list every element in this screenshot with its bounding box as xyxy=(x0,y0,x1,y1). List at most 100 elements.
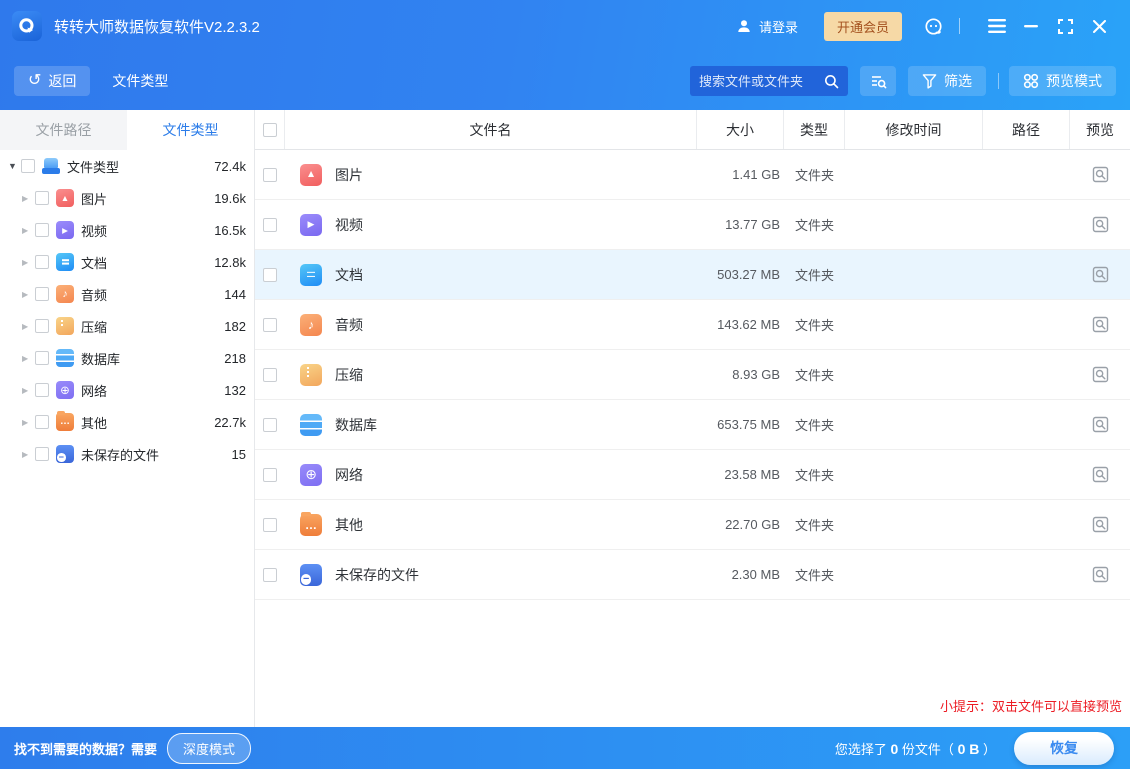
file-size-cell: 13.77 GB xyxy=(697,217,784,232)
table-body: 图片1.41 GB文件夹视频13.77 GB文件夹文档503.27 MB文件夹音… xyxy=(255,150,1130,600)
tree-item[interactable]: ▶音频144 xyxy=(0,278,254,310)
row-checkbox-cell xyxy=(255,168,285,182)
column-header-size[interactable]: 大小 xyxy=(697,110,784,149)
expand-arrow-icon[interactable]: ▶ xyxy=(22,194,35,203)
column-header-filename[interactable]: 文件名 xyxy=(285,110,697,149)
tab-file-path[interactable]: 文件路径 xyxy=(0,110,127,150)
preview-button[interactable] xyxy=(1088,313,1112,337)
expand-arrow-icon[interactable]: ▶ xyxy=(22,258,35,267)
table-row[interactable]: 数据库653.75 MB文件夹 xyxy=(255,400,1130,450)
preview-button[interactable] xyxy=(1088,513,1112,537)
checkbox[interactable] xyxy=(35,351,49,365)
table-row[interactable]: 视频13.77 GB文件夹 xyxy=(255,200,1130,250)
expand-arrow-icon[interactable]: ▶ xyxy=(22,354,35,363)
tree-item[interactable]: ▶文档12.8k xyxy=(0,246,254,278)
column-header-modified[interactable]: 修改时间 xyxy=(845,110,983,149)
selection-prefix: 您选择了 xyxy=(835,742,887,757)
tree-item-label: 文档 xyxy=(81,253,107,272)
table-row[interactable]: 音频143.62 MB文件夹 xyxy=(255,300,1130,350)
expand-arrow-icon[interactable]: ▶ xyxy=(22,290,35,299)
checkbox[interactable] xyxy=(263,268,277,282)
preview-mode-button[interactable]: 预览模式 xyxy=(1009,66,1116,96)
checkbox[interactable] xyxy=(35,191,49,205)
checkbox[interactable] xyxy=(35,319,49,333)
tree-item[interactable]: ▶压缩182 xyxy=(0,310,254,342)
checkbox[interactable] xyxy=(263,418,277,432)
database-icon xyxy=(300,414,322,436)
tree-item[interactable]: ▶数据库218 xyxy=(0,342,254,374)
table-row[interactable]: 图片1.41 GB文件夹 xyxy=(255,150,1130,200)
deep-mode-button[interactable]: 深度模式 xyxy=(167,733,251,764)
checkbox[interactable] xyxy=(35,447,49,461)
preview-button[interactable] xyxy=(1088,363,1112,387)
tree-item[interactable]: ▶未保存的文件15 xyxy=(0,438,254,470)
maximize-button[interactable] xyxy=(1052,13,1078,39)
tree-item[interactable]: ▶其他22.7k xyxy=(0,406,254,438)
preview-button[interactable] xyxy=(1088,463,1112,487)
recover-button[interactable]: 恢复 xyxy=(1014,732,1114,765)
expand-arrow-icon[interactable]: ▶ xyxy=(22,322,35,331)
table-row[interactable]: 文档503.27 MB文件夹 xyxy=(255,250,1130,300)
expand-arrow-icon[interactable]: ▶ xyxy=(22,386,35,395)
menu-icon[interactable] xyxy=(984,13,1010,39)
checkbox[interactable] xyxy=(263,568,277,582)
file-name-cell: 文档 xyxy=(285,264,697,286)
search-box xyxy=(690,66,848,96)
column-header-path[interactable]: 路径 xyxy=(983,110,1070,149)
tree-item-label: 文件类型 xyxy=(67,157,119,176)
tree-item[interactable]: ▶网络132 xyxy=(0,374,254,406)
checkbox[interactable] xyxy=(35,415,49,429)
select-all-checkbox[interactable] xyxy=(263,123,277,137)
close-button[interactable] xyxy=(1086,13,1112,39)
filter-button[interactable]: 筛选 xyxy=(908,66,986,96)
preview-button[interactable] xyxy=(1088,563,1112,587)
checkbox[interactable] xyxy=(263,468,277,482)
preview-button[interactable] xyxy=(1088,163,1112,187)
tree-item[interactable]: ▼文件类型72.4k xyxy=(0,150,254,182)
zip-icon xyxy=(56,317,74,335)
checkbox[interactable] xyxy=(35,287,49,301)
column-header-type[interactable]: 类型 xyxy=(784,110,845,149)
table-row[interactable]: 压缩8.93 GB文件夹 xyxy=(255,350,1130,400)
checkbox[interactable] xyxy=(263,218,277,232)
vip-button[interactable]: 开通会员 xyxy=(824,12,902,41)
funnel-icon xyxy=(922,73,937,89)
search-input[interactable] xyxy=(699,74,824,89)
checkbox[interactable] xyxy=(263,168,277,182)
column-header-preview[interactable]: 预览 xyxy=(1070,110,1130,149)
preview-button[interactable] xyxy=(1088,213,1112,237)
table-row[interactable]: 其他22.70 GB文件夹 xyxy=(255,500,1130,550)
preview-mode-label: 预览模式 xyxy=(1046,71,1102,91)
checkbox[interactable] xyxy=(263,518,277,532)
checkbox[interactable] xyxy=(35,383,49,397)
preview-button[interactable] xyxy=(1088,413,1112,437)
preview-button[interactable] xyxy=(1088,263,1112,287)
back-button[interactable]: ↺ 返回 xyxy=(14,66,90,96)
search-icon[interactable] xyxy=(824,74,839,89)
minimize-button[interactable] xyxy=(1018,13,1044,39)
file-type: 文件夹 xyxy=(784,515,845,534)
tree-item[interactable]: ▶视频16.5k xyxy=(0,214,254,246)
checkbox[interactable] xyxy=(21,159,35,173)
checkbox[interactable] xyxy=(35,223,49,237)
table-row[interactable]: 网络23.58 MB文件夹 xyxy=(255,450,1130,500)
login-button[interactable]: 请登录 xyxy=(736,17,798,36)
collapse-arrow-icon[interactable]: ▼ xyxy=(8,161,21,171)
table-row[interactable]: 未保存的文件2.30 MB文件夹 xyxy=(255,550,1130,600)
tree-item-count: 16.5k xyxy=(214,223,246,238)
file-type-cell: 文件夹 xyxy=(784,415,845,434)
tree-item[interactable]: ▶图片19.6k xyxy=(0,182,254,214)
search-in-results-button[interactable] xyxy=(860,66,896,96)
expand-arrow-icon[interactable]: ▶ xyxy=(22,226,35,235)
tab-file-type[interactable]: 文件类型 xyxy=(127,110,254,150)
checkbox[interactable] xyxy=(263,368,277,382)
file-type: 文件夹 xyxy=(784,565,845,584)
file-type-cell: 文件夹 xyxy=(784,565,845,584)
checkbox[interactable] xyxy=(35,255,49,269)
file-type-cell: 文件夹 xyxy=(784,465,845,484)
expand-arrow-icon[interactable]: ▶ xyxy=(22,418,35,427)
expand-arrow-icon[interactable]: ▶ xyxy=(22,450,35,459)
customer-service-icon[interactable] xyxy=(924,17,943,36)
file-type: 文件夹 xyxy=(784,315,845,334)
checkbox[interactable] xyxy=(263,318,277,332)
